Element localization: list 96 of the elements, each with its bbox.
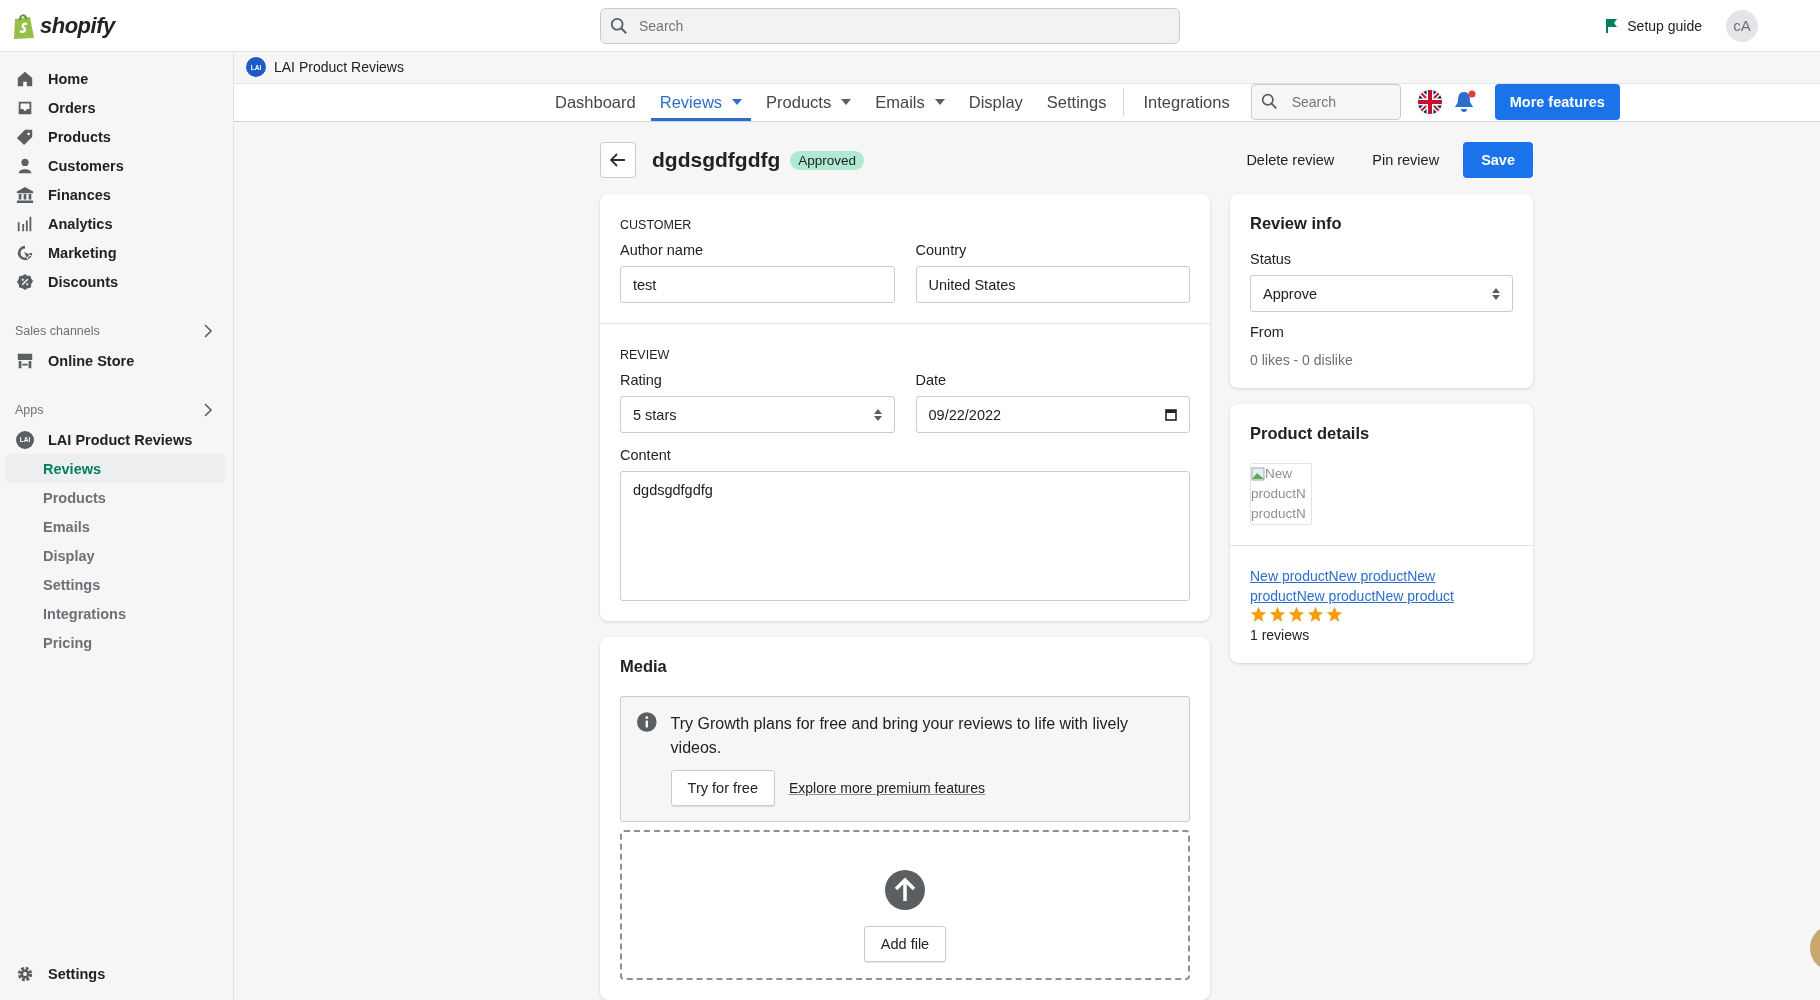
search-field[interactable]: Search bbox=[1250, 84, 1401, 121]
date-field[interactable]: 09/22/2022 bbox=[915, 396, 1190, 433]
field-label: Status bbox=[1250, 251, 1293, 267]
section-heading: REVIEW bbox=[620, 348, 671, 362]
status-badge: Approved bbox=[790, 150, 865, 170]
nav-tab[interactable]: Integrations bbox=[1134, 83, 1239, 121]
star-icon bbox=[1326, 606, 1343, 623]
settings-icon bbox=[16, 964, 34, 983]
bank-icon bbox=[16, 185, 34, 204]
section-title: Sales channels bbox=[15, 324, 100, 338]
card-title: Review info bbox=[1250, 214, 1343, 233]
logo-text: shopify bbox=[40, 12, 115, 39]
more-features-button[interactable]: More features bbox=[1494, 84, 1620, 121]
back-button[interactable] bbox=[600, 142, 636, 178]
sidebar-item[interactable]: Marketing bbox=[5, 238, 225, 267]
input-field[interactable]: United States bbox=[915, 266, 1190, 303]
info-icon bbox=[637, 712, 657, 732]
sort-arrows-icon bbox=[873, 408, 882, 421]
nav-tab[interactable]: Dashboard bbox=[546, 83, 645, 121]
action-button[interactable]: Delete review bbox=[1232, 152, 1349, 168]
field-label: From bbox=[1250, 324, 1285, 340]
card-title: Media bbox=[620, 657, 668, 676]
field-label: Author name bbox=[620, 242, 705, 258]
banner-text: Try Growth plans for free and bring your reviews to life with lively videos. bbox=[670, 714, 1129, 758]
caret-down-icon bbox=[934, 98, 945, 106]
sidebar-item[interactable]: Finances bbox=[5, 180, 225, 209]
nav-tab[interactable]: Reviews bbox=[650, 83, 752, 121]
add-file-button[interactable]: Add file bbox=[863, 926, 947, 962]
chevron-right-icon[interactable] bbox=[203, 324, 213, 338]
sidebar-item[interactable]: Online Store bbox=[5, 346, 225, 375]
caret-down-icon bbox=[732, 98, 743, 106]
caret-down-icon bbox=[841, 98, 852, 106]
input-field[interactable]: test bbox=[620, 266, 895, 303]
sidebar-item[interactable]: Orders bbox=[5, 93, 225, 122]
sidebar-subitem[interactable]: Emails bbox=[5, 512, 225, 541]
field-label: Country bbox=[915, 242, 968, 258]
sidebar-item[interactable]: Customers bbox=[5, 151, 225, 180]
sidebar-subitem[interactable]: Pricing bbox=[5, 628, 225, 657]
search-icon bbox=[1260, 93, 1278, 111]
flag-icon bbox=[1605, 17, 1620, 34]
section-title: Apps bbox=[15, 403, 44, 417]
nav-tab[interactable]: Emails bbox=[866, 83, 954, 121]
app-title: LAI Product Reviews bbox=[274, 59, 404, 76]
broken-image: New productN productN bbox=[1250, 463, 1312, 525]
shopping-bag-logo-icon bbox=[12, 11, 36, 40]
review-count: 1 reviews bbox=[1250, 627, 1311, 643]
settings-item[interactable]: Settings bbox=[5, 959, 225, 988]
chevron-right-icon[interactable] bbox=[203, 403, 213, 417]
star-icon bbox=[1288, 606, 1305, 623]
star-icon bbox=[1250, 606, 1267, 623]
field-label: Content bbox=[620, 447, 672, 463]
sidebar-subitem[interactable]: Integrations bbox=[5, 599, 225, 628]
page-title: dgdsgdfgdfg bbox=[652, 148, 781, 172]
card-title: Product details bbox=[1250, 424, 1371, 443]
star-icon bbox=[1307, 606, 1324, 623]
target-icon bbox=[16, 243, 34, 262]
save-button[interactable]: Save bbox=[1463, 142, 1533, 178]
nav-tab[interactable]: Display bbox=[959, 83, 1032, 121]
home-icon bbox=[16, 69, 34, 88]
sidebar-item[interactable]: Products bbox=[5, 122, 225, 151]
sidebar-subitem[interactable]: Products bbox=[5, 483, 225, 512]
select-field[interactable]: 5 stars bbox=[620, 396, 895, 433]
file-drop-zone[interactable]: Add file bbox=[620, 830, 1190, 980]
select-field[interactable]: Approve bbox=[1250, 275, 1513, 312]
field-label: Date bbox=[915, 372, 948, 388]
action-button[interactable]: Pin review bbox=[1358, 152, 1454, 168]
sidebar-subitem[interactable]: Reviews bbox=[5, 454, 225, 483]
field-label: Rating bbox=[620, 372, 663, 388]
star-icon bbox=[1269, 606, 1286, 623]
bars-icon bbox=[16, 214, 34, 233]
person-icon bbox=[16, 156, 34, 175]
sidebar-item[interactable]: Home bbox=[5, 64, 225, 93]
premium-features-link[interactable]: Explore more premium features bbox=[789, 780, 986, 796]
try-for-free-button[interactable]: Try for free bbox=[670, 770, 775, 806]
broken-image-icon bbox=[1251, 467, 1265, 481]
product-link[interactable]: New productNew productNew productNew productNew product bbox=[1250, 566, 1470, 606]
store-icon bbox=[16, 351, 34, 370]
sort-arrows-icon bbox=[1492, 287, 1500, 300]
sidebar-subitem[interactable]: Display bbox=[5, 541, 225, 570]
search-icon bbox=[610, 16, 628, 35]
votes-text: 0 likes - 0 dislike bbox=[1250, 352, 1354, 368]
sidebar-subitem[interactable]: Settings bbox=[5, 570, 225, 599]
nav-tab[interactable]: Products bbox=[757, 83, 861, 121]
content-textarea[interactable]: dgdsgdfgdfg bbox=[620, 471, 1190, 601]
arrow-left-icon bbox=[610, 153, 626, 167]
sidebar-item[interactable]: Analytics bbox=[5, 209, 225, 238]
nav-tab[interactable]: Settings bbox=[1037, 83, 1116, 121]
search-field[interactable]: Search bbox=[600, 7, 1180, 44]
section-heading: CUSTOMER bbox=[620, 218, 693, 232]
tag-icon bbox=[16, 127, 34, 146]
uk-flag-icon[interactable] bbox=[1416, 89, 1443, 116]
setup-guide-button[interactable]: Setup guide bbox=[1605, 17, 1702, 34]
avatar-button[interactable]: cA bbox=[1726, 9, 1758, 42]
sidebar-item[interactable]: Discounts bbox=[5, 267, 225, 296]
discount-icon bbox=[16, 272, 34, 291]
calendar-icon bbox=[1165, 408, 1177, 421]
